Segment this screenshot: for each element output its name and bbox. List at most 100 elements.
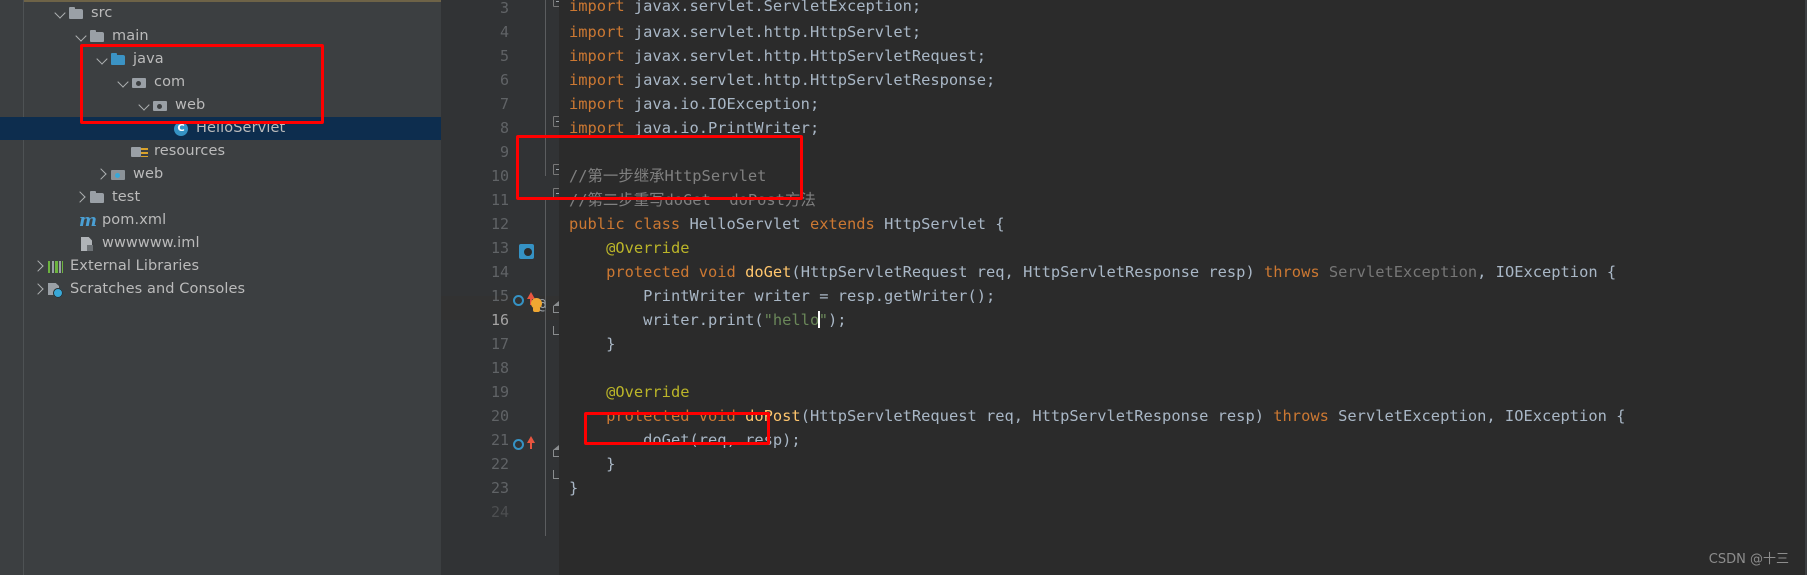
overriding-method-icon[interactable] bbox=[513, 439, 524, 450]
chevron-down-icon[interactable] bbox=[53, 2, 67, 25]
code-line-16[interactable]: writer.print("hello"); bbox=[559, 308, 1807, 332]
code-line-21[interactable]: doGet(req, resp); bbox=[559, 428, 1807, 452]
line-number: 6 bbox=[499, 71, 509, 89]
code-line-13[interactable]: @Override bbox=[559, 236, 1807, 260]
code-line-8[interactable]: import java.io.PrintWriter; bbox=[559, 116, 1807, 140]
code-line-5[interactable]: import javax.servlet.http.HttpServletReq… bbox=[559, 44, 1807, 68]
fold-region-line-class bbox=[545, 200, 546, 536]
line-number: 5 bbox=[499, 47, 509, 65]
line-number: 14 bbox=[490, 263, 509, 281]
line-number: 12 bbox=[490, 215, 509, 233]
maven-icon bbox=[78, 209, 97, 232]
code-line-19[interactable]: @Override bbox=[559, 380, 1807, 404]
chevron-down-icon[interactable] bbox=[137, 94, 151, 117]
sidebar-item-label: main bbox=[112, 28, 149, 44]
line-number: 24 bbox=[490, 503, 509, 521]
code-line-24[interactable] bbox=[559, 500, 1807, 524]
chevron-down-icon[interactable] bbox=[95, 48, 109, 71]
sidebar-item-resources[interactable]: resources bbox=[25, 140, 441, 163]
line-number: 10 bbox=[490, 167, 509, 185]
code-comment-step1: //第一步继承HttpServlet bbox=[569, 167, 767, 185]
sidebar-item-label: wwwwww.iml bbox=[102, 235, 200, 251]
code-line-12[interactable]: public class HelloServlet extends HttpSe… bbox=[559, 212, 1807, 236]
code-line-3[interactable]: import javax.servlet.ServletException; bbox=[559, 0, 1807, 18]
web-class-marker-icon[interactable] bbox=[519, 244, 534, 259]
intention-bulb-base-icon bbox=[533, 308, 540, 312]
line-number: 3 bbox=[499, 0, 509, 17]
folder-icon bbox=[88, 25, 107, 48]
ide-window: src main java com web C HelloServlet res… bbox=[0, 0, 1807, 575]
sidebar-item-label: External Libraries bbox=[70, 258, 200, 274]
sidebar-item-label: pom.xml bbox=[102, 212, 167, 228]
code-line-6[interactable]: import javax.servlet.http.HttpServletRes… bbox=[559, 68, 1807, 92]
sidebar-item-scratches-and-consoles[interactable]: Scratches and Consoles bbox=[25, 278, 441, 301]
sidebar-item-label: Scratches and Consoles bbox=[70, 281, 246, 297]
line-number: 22 bbox=[490, 455, 509, 473]
implementing-arrow-stem-icon bbox=[530, 442, 532, 449]
line-number: 4 bbox=[499, 23, 509, 41]
line-number: 18 bbox=[490, 359, 509, 377]
sidebar-item-com[interactable]: com bbox=[25, 71, 441, 94]
code-line-17[interactable]: } bbox=[559, 332, 1807, 356]
chevron-right-icon[interactable] bbox=[32, 278, 46, 301]
fold-region-line-imports bbox=[545, 0, 546, 176]
editor-pane[interactable]: 3 4 5 6 7 8 9 10 11 12 13 14 15 16 17 18… bbox=[441, 0, 1807, 575]
chevron-down-icon[interactable] bbox=[74, 25, 88, 48]
chevron-right-icon[interactable] bbox=[32, 255, 46, 278]
editor-gutter-annotations[interactable] bbox=[523, 0, 559, 575]
line-number: 19 bbox=[490, 383, 509, 401]
sidebar-item-label: src bbox=[91, 5, 113, 21]
sidebar-item-test[interactable]: test bbox=[25, 186, 441, 209]
line-number: 9 bbox=[499, 143, 509, 161]
code-line-4[interactable]: import javax.servlet.http.HttpServlet; bbox=[559, 20, 1807, 44]
sidebar-item-label: com bbox=[154, 74, 186, 90]
sidebar-item-label: java bbox=[133, 51, 164, 67]
tool-window-left-strip bbox=[0, 0, 24, 575]
code-line-22[interactable]: } bbox=[559, 452, 1807, 476]
sidebar-item-java[interactable]: java bbox=[25, 48, 441, 71]
scratches-icon bbox=[46, 278, 65, 301]
sidebar-item-external-libraries[interactable]: External Libraries bbox=[25, 255, 441, 278]
chevron-right-icon[interactable] bbox=[74, 186, 88, 209]
sidebar-item-label: resources bbox=[154, 143, 226, 159]
package-icon bbox=[130, 71, 149, 94]
sidebar-item-src[interactable]: src bbox=[25, 2, 441, 25]
folder-icon bbox=[67, 2, 86, 25]
code-line-23[interactable]: } bbox=[559, 476, 1807, 500]
sidebar-item-web-dir[interactable]: web bbox=[25, 163, 441, 186]
line-number: 17 bbox=[490, 335, 509, 353]
sidebar-item-main[interactable]: main bbox=[25, 25, 441, 48]
sidebar-item-wwwwww-iml[interactable]: wwwwww.iml bbox=[25, 232, 441, 255]
code-line-7[interactable]: import java.io.IOException; bbox=[559, 92, 1807, 116]
watermark: CSDN @十三 bbox=[1708, 552, 1789, 567]
java-class-icon bbox=[172, 117, 191, 140]
chevron-right-icon[interactable] bbox=[95, 163, 109, 186]
sidebar-item-helloservlet[interactable]: HelloServlet bbox=[0, 117, 441, 140]
project-tool-window[interactable]: src main java com web C HelloServlet res… bbox=[0, 0, 441, 575]
line-number: 20 bbox=[490, 407, 509, 425]
folder-icon bbox=[88, 186, 107, 209]
line-number: 7 bbox=[499, 95, 509, 113]
sidebar-item-label: web bbox=[175, 97, 206, 113]
code-text-area[interactable]: import javax.servlet.ServletException; i… bbox=[559, 0, 1807, 575]
external-libraries-icon bbox=[46, 255, 65, 278]
code-line-15[interactable]: PrintWriter writer = resp.getWriter(); bbox=[559, 284, 1807, 308]
web-folder-icon bbox=[109, 163, 128, 186]
line-number: 8 bbox=[499, 119, 509, 137]
line-number: 15 bbox=[490, 287, 509, 305]
chevron-down-icon[interactable] bbox=[116, 71, 130, 94]
sidebar-item-web-package[interactable]: web bbox=[25, 94, 441, 117]
code-line-20[interactable]: protected void doPost(HttpServletRequest… bbox=[559, 404, 1807, 428]
line-number: 23 bbox=[490, 479, 509, 497]
line-number: 11 bbox=[490, 191, 509, 209]
code-line-10[interactable]: //第一步继承HttpServlet bbox=[559, 164, 1807, 188]
package-icon bbox=[151, 94, 170, 117]
code-line-11[interactable]: //第二步重写doGet doPost方法 bbox=[559, 188, 1807, 212]
sidebar-item-label: HelloServlet bbox=[196, 120, 286, 136]
resources-folder-icon bbox=[130, 140, 149, 163]
sidebar-item-pom-xml[interactable]: pom.xml bbox=[25, 209, 441, 232]
code-line-14[interactable]: protected void doGet(HttpServletRequest … bbox=[559, 260, 1807, 284]
overriding-method-icon[interactable] bbox=[513, 295, 524, 306]
